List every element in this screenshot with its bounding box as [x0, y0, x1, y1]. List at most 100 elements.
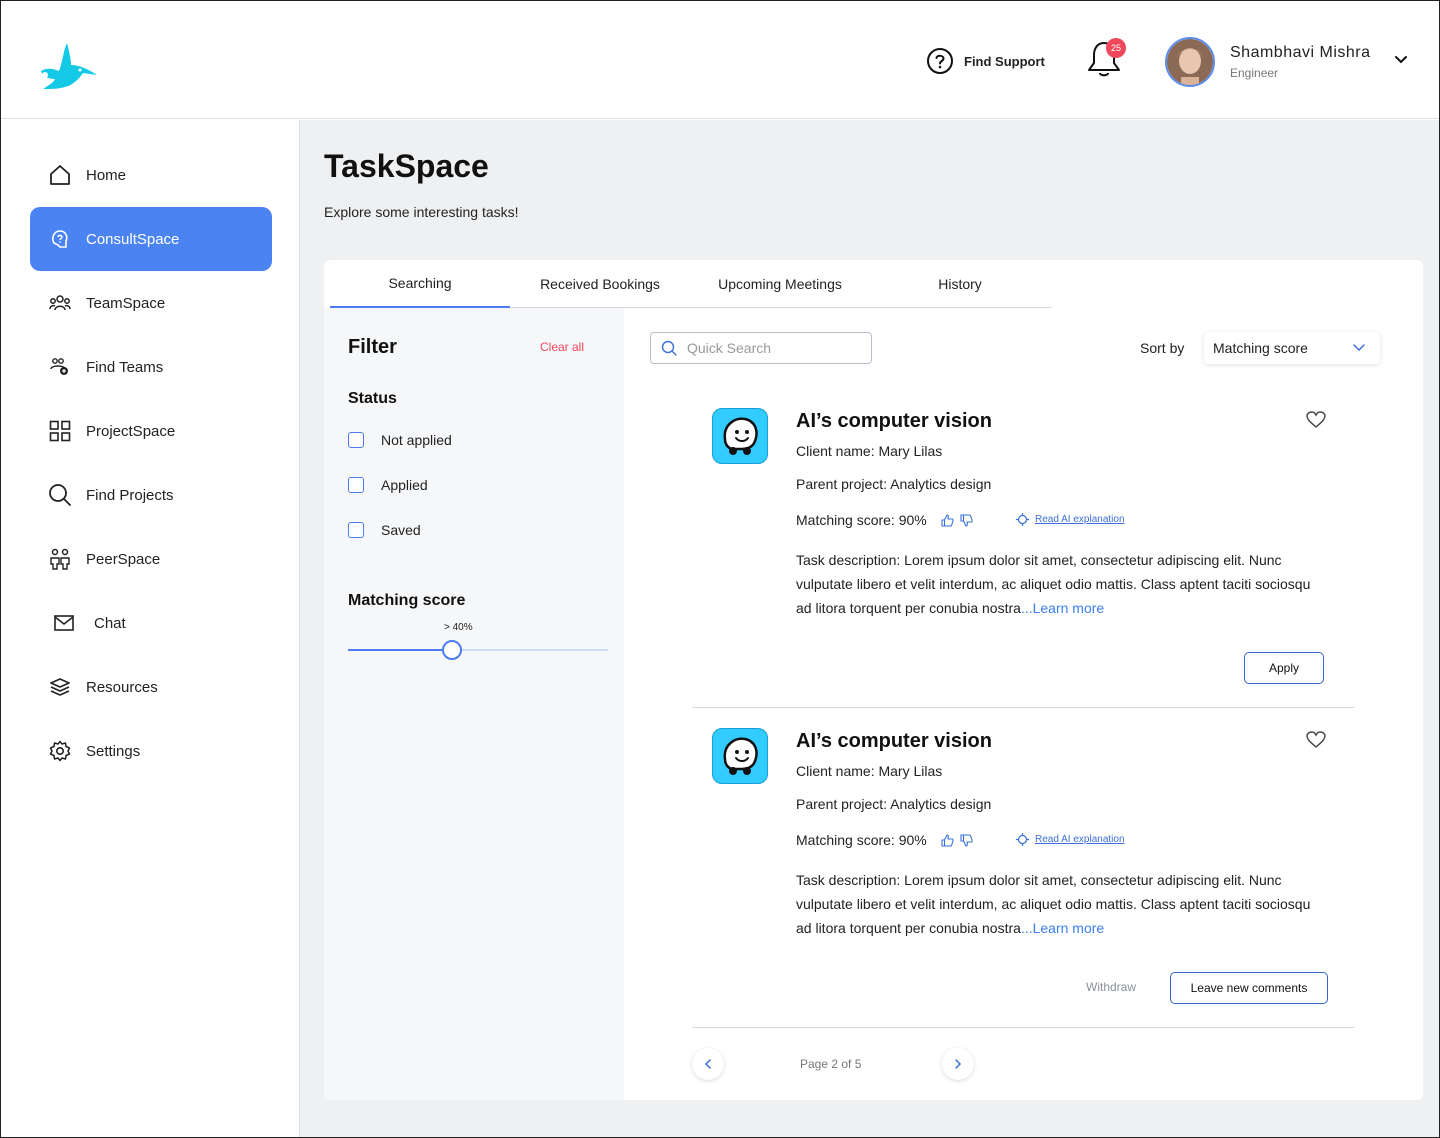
tab-searching[interactable]: Searching — [330, 260, 510, 308]
withdraw-button[interactable]: Withdraw — [1086, 980, 1136, 994]
sidebar-item-label: TeamSpace — [86, 294, 166, 312]
clear-all-link[interactable]: Clear all — [540, 340, 584, 354]
task-item: AI’s computer vision Client name: Mary L… — [692, 728, 1354, 1008]
previous-page-button[interactable] — [692, 1048, 724, 1080]
status-saved-checkbox[interactable]: Saved — [348, 522, 421, 538]
slider-fill — [348, 649, 452, 651]
score-text: Matching score: 90% — [796, 832, 927, 848]
task-client: Client name: Mary Lilas — [796, 443, 943, 459]
sidebar-item-label: Chat — [94, 614, 126, 632]
sidebar-item-peerspace[interactable]: PeerSpace — [30, 527, 272, 591]
task-title: AI’s computer vision — [796, 730, 992, 752]
leave-comments-button[interactable]: Leave new comments — [1170, 972, 1328, 1004]
ai-link-label: Read AI explanation — [1035, 834, 1125, 845]
sidebar-item-label: PeerSpace — [86, 550, 161, 568]
read-ai-explanation-link[interactable]: Read AI explanation — [1016, 513, 1125, 526]
sidebar-item-consultspace[interactable]: ConsultSpace — [30, 207, 272, 271]
quick-search-field[interactable] — [650, 332, 872, 364]
heart-icon[interactable] — [1306, 731, 1326, 749]
bird-logo-icon[interactable] — [33, 41, 99, 93]
sidebar-item-label: Find Teams — [86, 358, 164, 376]
checkbox-box[interactable] — [348, 432, 364, 448]
heart-icon[interactable] — [1306, 411, 1326, 429]
user-role: Engineer — [1230, 66, 1279, 80]
sidebar-item-home[interactable]: Home — [30, 143, 272, 207]
waze-app-icon — [712, 408, 768, 464]
matching-score-title: Matching score — [348, 592, 466, 609]
search-input[interactable] — [687, 340, 857, 356]
sidebar-item-chat[interactable]: Chat — [30, 591, 272, 655]
sidebar-item-label: Home — [86, 166, 127, 184]
find-support-label: Find Support — [964, 53, 1045, 69]
main-content: TaskSpace Explore some interesting tasks… — [300, 120, 1439, 1137]
task-card: Searching Received Bookings Upcoming Mee… — [324, 260, 1423, 1100]
chevron-down-icon[interactable] — [1392, 53, 1410, 67]
apply-button[interactable]: Apply — [1244, 652, 1324, 684]
task-divider — [692, 1027, 1354, 1028]
layers-icon — [48, 675, 72, 699]
thumbs-down-icon[interactable] — [960, 833, 973, 847]
thumbs-down-icon[interactable] — [960, 513, 973, 527]
read-ai-explanation-link[interactable]: Read AI explanation — [1016, 833, 1125, 846]
consult-icon — [48, 227, 72, 251]
task-matching-score: Matching score: 90% — [796, 832, 973, 848]
sidebar-item-find-teams[interactable]: Find Teams — [30, 335, 272, 399]
sidebar-item-label: ConsultSpace — [86, 230, 180, 248]
page-title: TaskSpace — [324, 148, 489, 184]
tab-received-bookings[interactable]: Received Bookings — [510, 260, 690, 308]
checkbox-label: Applied — [381, 477, 428, 493]
crosshair-icon — [1016, 833, 1029, 846]
matching-score-slider[interactable] — [348, 640, 608, 660]
task-divider — [692, 707, 1354, 708]
sidebar-item-resources[interactable]: Resources — [30, 655, 272, 719]
sort-value: Matching score — [1213, 340, 1308, 356]
sidebar-item-label: Resources — [86, 678, 158, 696]
mail-icon — [52, 611, 76, 635]
checkbox-box[interactable] — [348, 477, 364, 493]
tab-upcoming-meetings[interactable]: Upcoming Meetings — [690, 260, 870, 308]
sidebar-item-teamspace[interactable]: TeamSpace — [30, 271, 272, 335]
sort-dropdown[interactable]: Matching score — [1204, 332, 1380, 364]
user-name: Shambhavi Mishra — [1230, 44, 1371, 61]
page-subtitle: Explore some interesting tasks! — [324, 204, 519, 220]
task-title: AI’s computer vision — [796, 410, 992, 432]
user-portrait-icon — [1167, 39, 1213, 85]
peers-icon — [48, 547, 72, 571]
sidebar-item-label: Settings — [86, 742, 141, 760]
task-parent-project: Parent project: Analytics design — [796, 796, 992, 812]
find-teams-icon — [48, 355, 72, 379]
task-description: Task description: Lorem ipsum dolor sit … — [796, 868, 1316, 940]
chevron-left-icon — [704, 1059, 711, 1069]
status-title: Status — [348, 390, 397, 407]
task-item: AI’s computer vision Client name: Mary L… — [692, 408, 1354, 688]
sidebar-item-projectspace[interactable]: ProjectSpace — [30, 399, 272, 463]
thumbs-up-icon[interactable] — [941, 513, 954, 527]
tab-history[interactable]: History — [870, 260, 1050, 308]
slider-thumb[interactable] — [442, 640, 462, 660]
avatar[interactable] — [1165, 37, 1215, 87]
learn-more-link[interactable]: ...Learn more — [1021, 920, 1104, 936]
help-circle-icon — [927, 48, 953, 74]
task-description: Task description: Lorem ipsum dolor sit … — [796, 548, 1316, 620]
find-support-button[interactable]: Find Support — [926, 47, 1045, 75]
thumbs-up-icon[interactable] — [941, 833, 954, 847]
sidebar-item-label: Find Projects — [86, 486, 174, 504]
top-header: Find Support 25 Shambhavi Mishra Enginee… — [1, 1, 1439, 119]
task-client: Client name: Mary Lilas — [796, 763, 943, 779]
sidebar-item-settings[interactable]: Settings — [30, 719, 272, 783]
page-indicator: Page 2 of 5 — [800, 1057, 862, 1071]
chevron-right-icon — [955, 1059, 962, 1069]
pagination: Page 2 of 5 — [692, 1048, 992, 1080]
search-icon — [661, 340, 677, 356]
task-matching-score: Matching score: 90% — [796, 512, 973, 528]
checkbox-box[interactable] — [348, 522, 364, 538]
next-page-button[interactable] — [942, 1048, 974, 1080]
sort-label: Sort by — [1140, 340, 1185, 356]
status-applied-checkbox[interactable]: Applied — [348, 477, 428, 493]
gear-icon — [48, 739, 72, 763]
status-not-applied-checkbox[interactable]: Not applied — [348, 432, 452, 448]
filter-panel: Filter Clear all Status Not applied Appl… — [324, 308, 624, 1100]
learn-more-link[interactable]: ...Learn more — [1021, 600, 1104, 616]
task-parent-project: Parent project: Analytics design — [796, 476, 992, 492]
sidebar-item-find-projects[interactable]: Find Projects — [30, 463, 272, 527]
